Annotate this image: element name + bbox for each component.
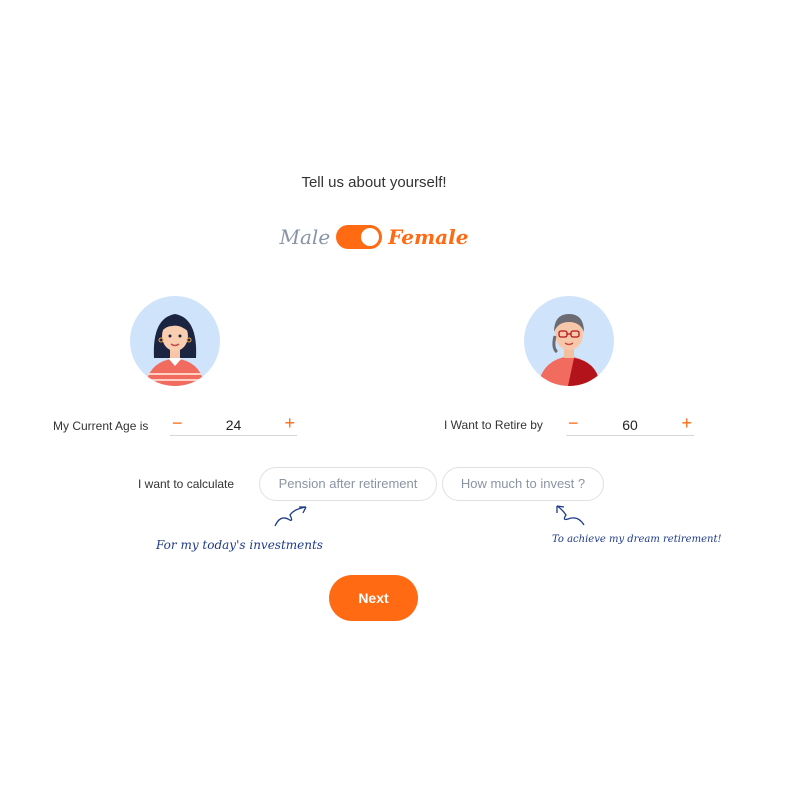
increase-retire-age-button[interactable]: + <box>681 413 692 433</box>
next-button[interactable]: Next <box>329 575 418 621</box>
curved-arrow-icon <box>274 506 307 527</box>
investments-note: For my today's investments <box>156 538 323 552</box>
elderly-woman-illustration <box>538 314 600 386</box>
male-label[interactable]: Male <box>280 225 331 249</box>
current-age-label: My Current Age is <box>53 419 149 433</box>
gender-switch[interactable] <box>336 225 383 249</box>
pension-after-retirement-option[interactable]: Pension after retirement <box>259 467 437 501</box>
page-title: Tell us about yourself! <box>301 174 447 191</box>
young-woman-illustration <box>146 314 204 386</box>
curved-arrow-icon <box>556 505 585 526</box>
current-age-stepper[interactable]: − 24 + <box>170 413 297 436</box>
retire-age-label: I Want to Retire by <box>444 418 543 432</box>
retire-age-stepper[interactable]: − 60 + <box>566 413 694 436</box>
gender-toggle: Male Female <box>0 222 748 252</box>
how-much-to-invest-option[interactable]: How much to invest ? <box>442 467 604 501</box>
increase-age-button[interactable]: + <box>284 413 295 433</box>
retire-age-value[interactable]: 60 <box>566 417 694 433</box>
elderly-woman-avatar <box>524 296 614 386</box>
current-age-value[interactable]: 24 <box>170 417 297 433</box>
switch-knob <box>361 228 380 246</box>
young-woman-avatar <box>130 296 220 386</box>
dream-retirement-note: To achieve my dream retirement! <box>552 534 722 545</box>
female-label[interactable]: Female <box>388 225 468 249</box>
calculate-label: I want to calculate <box>138 477 235 491</box>
